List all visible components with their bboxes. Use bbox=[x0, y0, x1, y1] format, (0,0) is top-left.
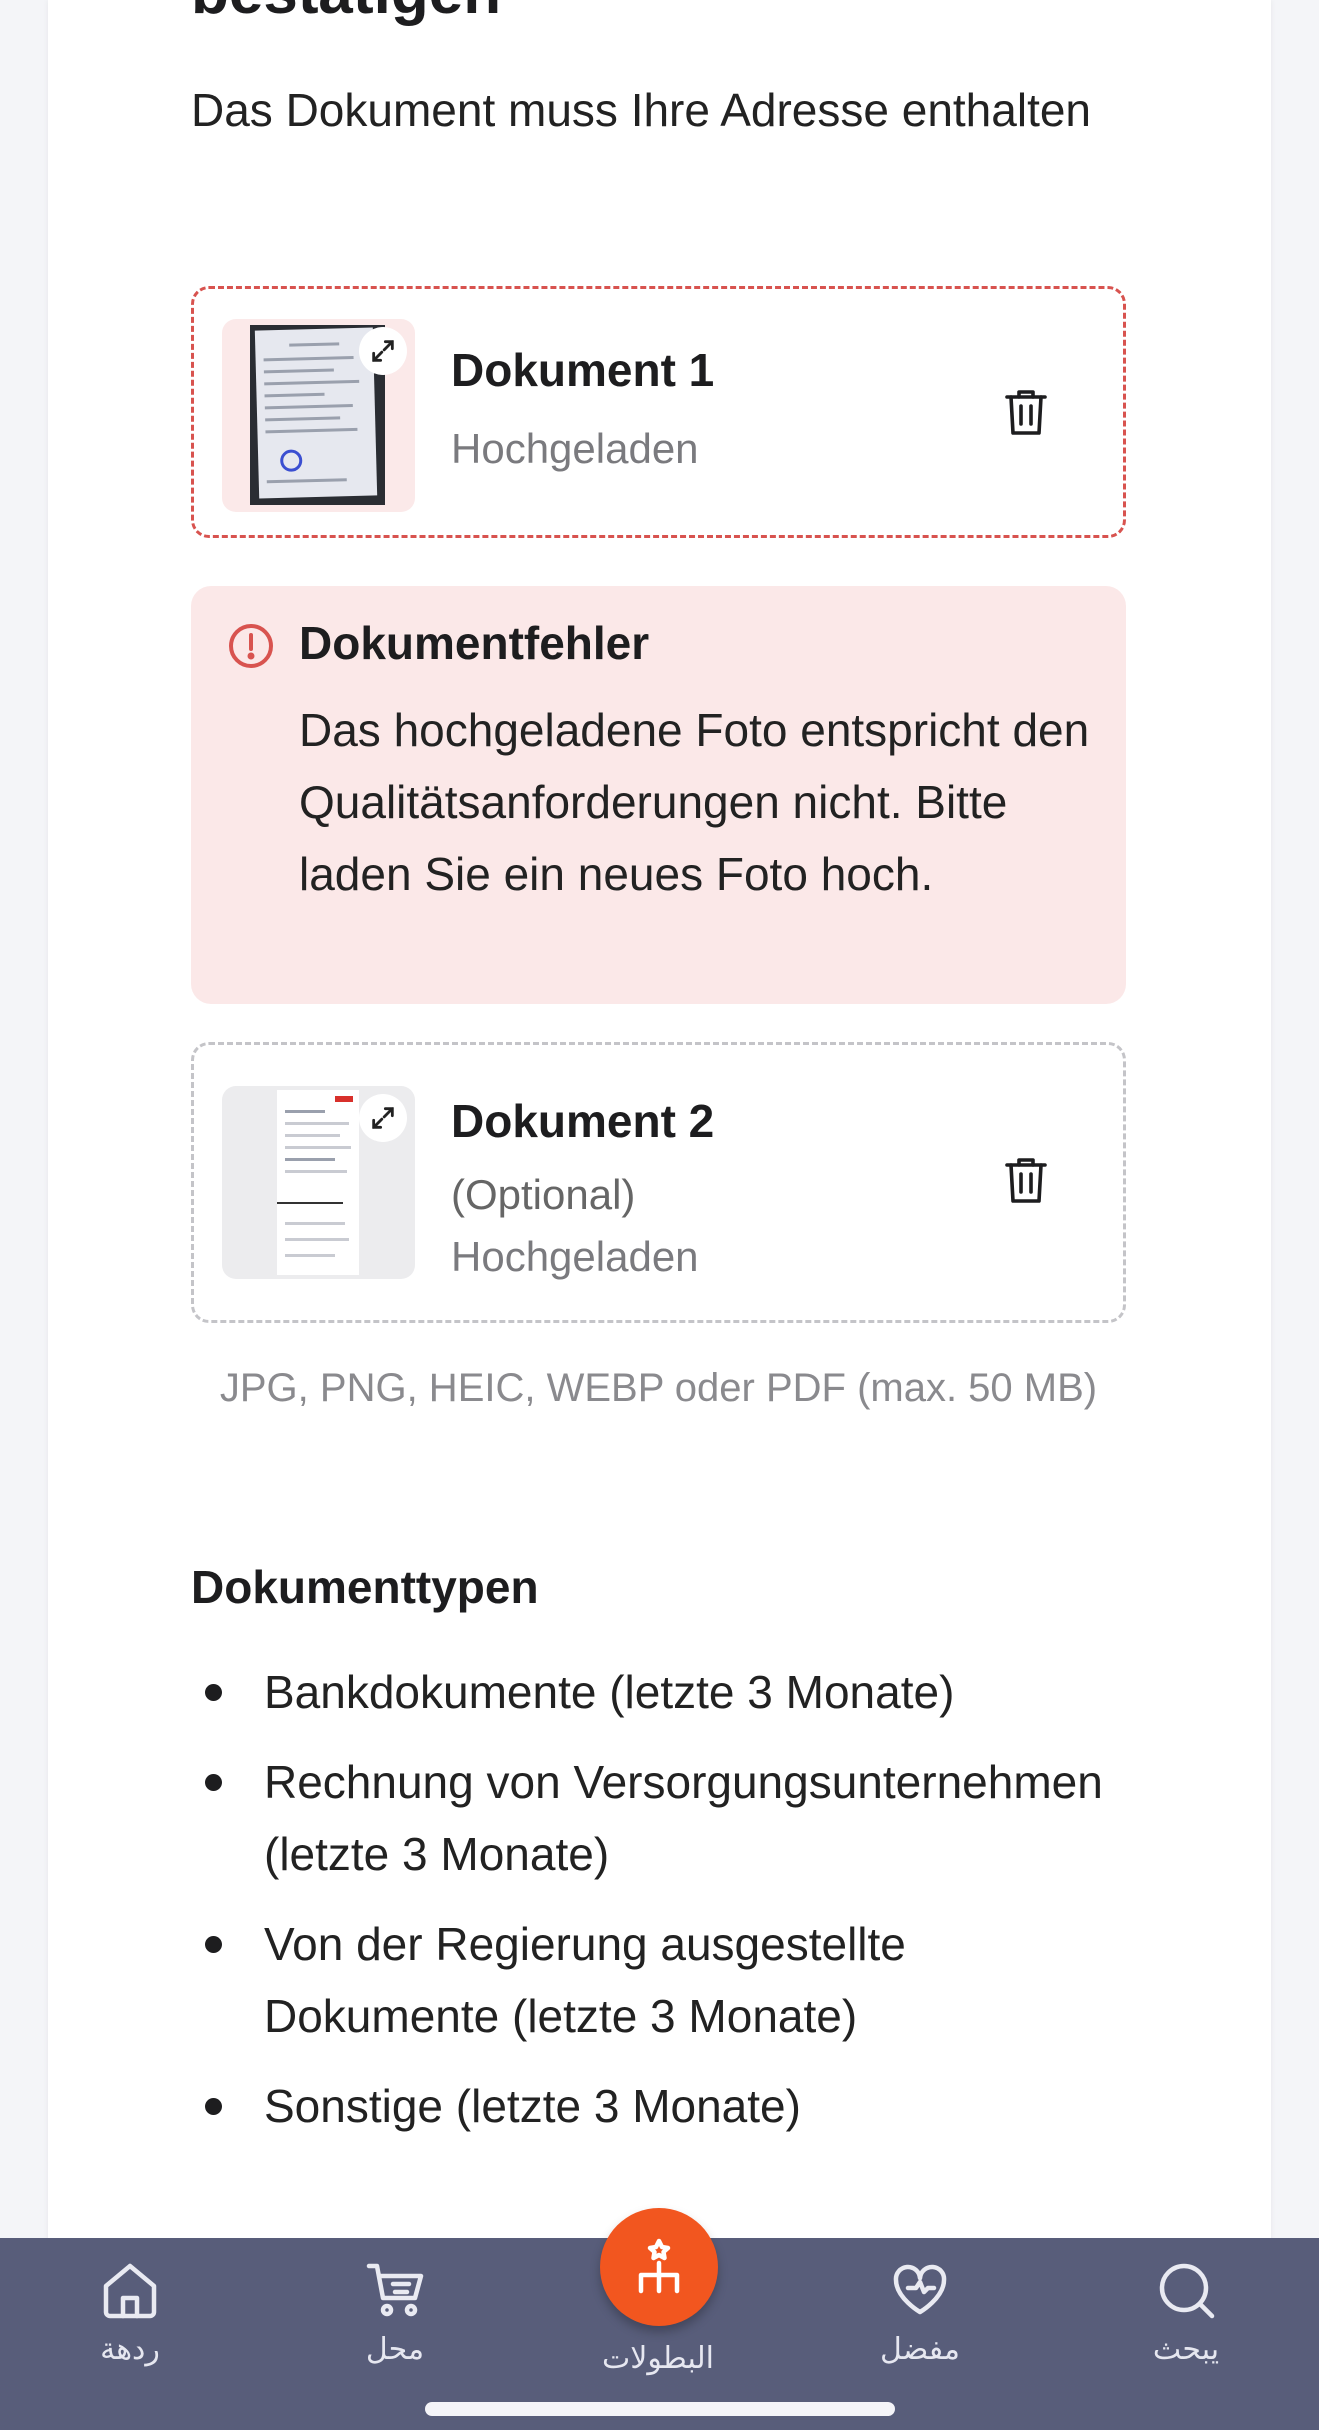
list-item: Rechnung von Versorgungsunternehmen (let… bbox=[191, 1746, 1126, 1890]
document-thumbnail-2[interactable] bbox=[222, 1086, 415, 1279]
nav-item-search[interactable]: يبحث bbox=[1086, 2258, 1286, 2367]
page-title: bestätigen bbox=[191, 0, 501, 28]
optional-label: (Optional) bbox=[451, 1171, 636, 1218]
trash-icon[interactable] bbox=[1004, 387, 1048, 437]
cart-icon bbox=[366, 2263, 424, 2317]
error-title: Dokumentfehler bbox=[299, 617, 650, 669]
nav-label: مفضل bbox=[880, 2332, 960, 2367]
nav-item-favorites[interactable]: مفضل bbox=[820, 2258, 1020, 2367]
nav-label-tournaments: البطولات bbox=[602, 2341, 714, 2376]
document-error-alert: Dokumentfehler Das hochgeladene Foto ent… bbox=[191, 586, 1126, 1004]
upload-formats-note: JPG, PNG, HEIC, WEBP oder PDF (max. 50 M… bbox=[219, 1366, 1098, 1410]
home-icon bbox=[103, 2263, 157, 2319]
document-card-2[interactable]: Dokument 2 (Optional) Hochgeladen bbox=[191, 1042, 1126, 1323]
document-status: Hochgeladen bbox=[451, 1233, 699, 1280]
list-item: Von der Regierung ausgestellte Dokumente… bbox=[191, 1908, 1126, 2052]
alert-circle-icon bbox=[229, 624, 273, 668]
search-icon bbox=[1159, 2263, 1215, 2319]
expand-icon[interactable] bbox=[359, 1094, 407, 1142]
document-title: Dokument 2 (Optional) bbox=[451, 1095, 715, 1218]
list-item: Bankdokumente (letzte 3 Monate) bbox=[191, 1656, 1126, 1728]
document-types-list: Bankdokumente (letzte 3 Monate) Rechnung… bbox=[191, 1656, 1126, 2160]
home-indicator[interactable] bbox=[425, 2402, 895, 2416]
nav-label: محل bbox=[365, 2332, 425, 2367]
error-message: Das hochgeladene Foto entspricht den Qua… bbox=[299, 704, 1090, 900]
list-item: Sonstige (letzte 3 Monate) bbox=[191, 2070, 1126, 2142]
document-types-title: Dokumenttypen bbox=[191, 1561, 539, 1613]
expand-icon[interactable] bbox=[359, 327, 407, 375]
nav-label: يبحث bbox=[1152, 2332, 1220, 2367]
nav-label: ردهة bbox=[100, 2332, 160, 2367]
favorite-icon bbox=[893, 2264, 947, 2315]
nav-item-tournaments[interactable] bbox=[600, 2208, 718, 2326]
nav-item-shop[interactable]: محل bbox=[295, 2258, 495, 2367]
document-title: Dokument 1 bbox=[451, 344, 715, 396]
trash-icon[interactable] bbox=[1004, 1155, 1048, 1205]
nav-item-lobby[interactable]: ردهة bbox=[30, 2258, 230, 2367]
document-card-1[interactable]: Dokument 1 Hochgeladen bbox=[191, 286, 1126, 538]
tournament-icon bbox=[638, 2238, 680, 2294]
document-status: Hochgeladen bbox=[451, 425, 699, 472]
document-thumbnail-1[interactable] bbox=[222, 319, 415, 512]
page-subtitle: Das Dokument muss Ihre Adresse enthalten bbox=[191, 84, 1092, 136]
page: bestätigen Das Dokument muss Ihre Adress… bbox=[0, 0, 1319, 2430]
document-preview-image bbox=[277, 1090, 359, 1275]
